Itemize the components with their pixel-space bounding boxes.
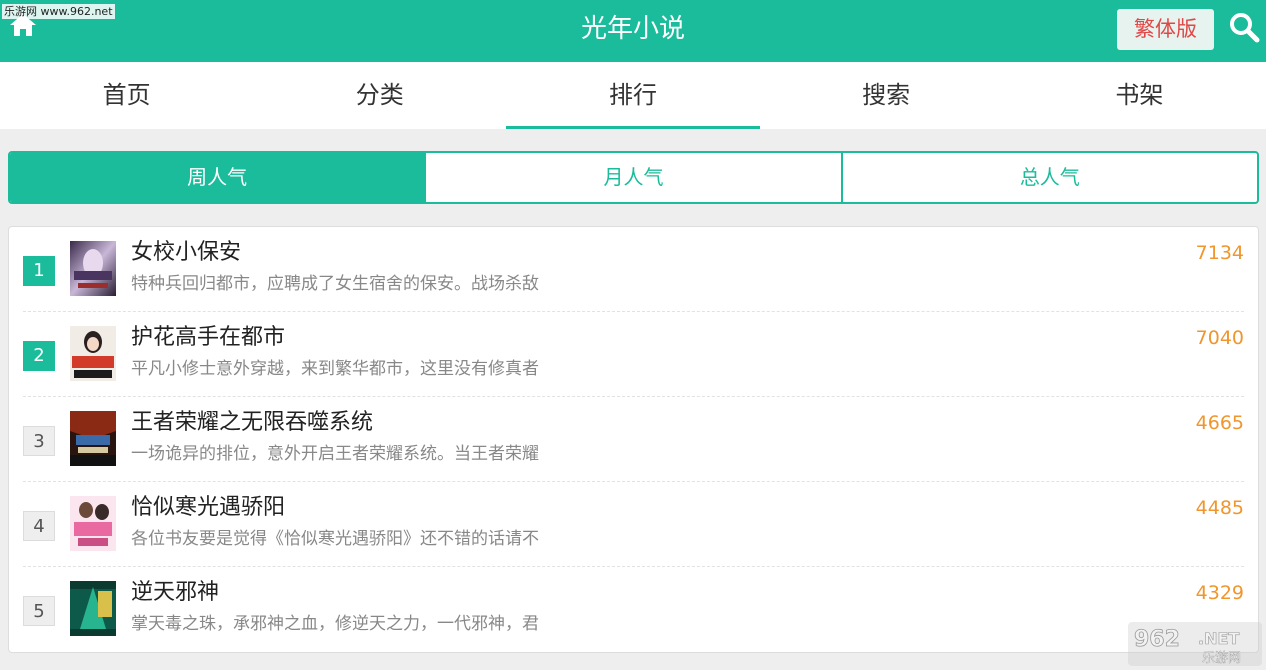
app-header: 乐游网 www.962.net 光年小说 繁体版 xyxy=(0,0,1266,62)
ranking-list: 1 女校小保安 特种兵回归都市，应聘成了女生宿舍的保安。战场杀敌 7134 2 xyxy=(8,226,1259,653)
list-item[interactable]: 5 逆天邪神 掌天毒之珠，承邪神之血，修逆天之力，一代邪神，君 4329 xyxy=(9,567,1258,652)
book-cover xyxy=(70,326,116,381)
popularity-count: 7040 xyxy=(1195,327,1244,349)
rank-badge: 3 xyxy=(23,426,55,456)
tab-search[interactable]: 搜索 xyxy=(760,62,1013,129)
popularity-count: 4485 xyxy=(1195,497,1244,519)
popularity-segment: 周人气 月人气 总人气 xyxy=(8,151,1259,204)
list-item[interactable]: 4 恰似寒光遇骄阳 各位书友要是觉得《恰似寒光遇骄阳》还不错的话请不 4485 xyxy=(9,482,1258,567)
main-nav: 首页 分类 排行 搜索 书架 xyxy=(0,62,1266,129)
book-title: 女校小保安 xyxy=(131,240,242,265)
book-title: 恰似寒光遇骄阳 xyxy=(131,495,286,520)
segment-monthly[interactable]: 月人气 xyxy=(424,153,840,202)
segment-weekly[interactable]: 周人气 xyxy=(10,153,425,202)
list-item[interactable]: 3 王者荣耀之无限吞噬系统 一场诡异的排位，意外开启王者荣耀系统。当王者荣耀 4… xyxy=(9,397,1258,482)
book-title: 王者荣耀之无限吞噬系统 xyxy=(131,410,374,435)
tab-category[interactable]: 分类 xyxy=(253,62,506,129)
popularity-count: 4329 xyxy=(1195,582,1244,604)
rank-badge: 2 xyxy=(23,341,55,371)
search-icon[interactable] xyxy=(1228,11,1260,43)
list-item[interactable]: 2 护花高手在都市 平凡小修士意外穿越，来到繁华都市，这里没有修真者 7040 xyxy=(9,312,1258,397)
rank-badge: 1 xyxy=(23,256,55,286)
book-description: 一场诡异的排位，意外开启王者荣耀系统。当王者荣耀 xyxy=(131,444,539,464)
book-cover xyxy=(70,411,116,466)
watermark-brand: 962 xyxy=(1134,627,1180,652)
tab-bookshelf[interactable]: 书架 xyxy=(1013,62,1266,129)
book-cover xyxy=(70,581,116,636)
watermark-sub: 乐游网 xyxy=(1202,651,1241,666)
book-title: 逆天邪神 xyxy=(131,580,220,605)
list-item[interactable]: 1 女校小保安 特种兵回归都市，应聘成了女生宿舍的保安。战场杀敌 7134 xyxy=(9,227,1258,312)
book-description: 平凡小修士意外穿越，来到繁华都市，这里没有修真者 xyxy=(131,359,539,379)
rank-badge: 5 xyxy=(23,596,55,626)
popularity-count: 4665 xyxy=(1195,412,1244,434)
book-cover xyxy=(70,496,116,551)
site-watermark-logo: 962 .NET 乐游网 xyxy=(1128,622,1262,666)
app-title: 光年小说 xyxy=(580,14,685,44)
book-description: 掌天毒之珠，承邪神之血，修逆天之力，一代邪神，君 xyxy=(131,614,539,634)
tab-ranking[interactable]: 排行 xyxy=(506,62,760,129)
book-cover xyxy=(70,241,116,296)
book-title: 护花高手在都市 xyxy=(131,325,286,350)
tab-home[interactable]: 首页 xyxy=(0,62,253,129)
book-description: 特种兵回归都市，应聘成了女生宿舍的保安。战场杀敌 xyxy=(131,274,539,294)
book-description: 各位书友要是觉得《恰似寒光遇骄阳》还不错的话请不 xyxy=(131,529,539,549)
popularity-count: 7134 xyxy=(1195,242,1244,264)
traditional-chinese-button[interactable]: 繁体版 xyxy=(1117,9,1214,50)
watermark-domain: .NET xyxy=(1198,629,1239,648)
segment-total[interactable]: 总人气 xyxy=(840,153,1257,202)
rank-badge: 4 xyxy=(23,511,55,541)
